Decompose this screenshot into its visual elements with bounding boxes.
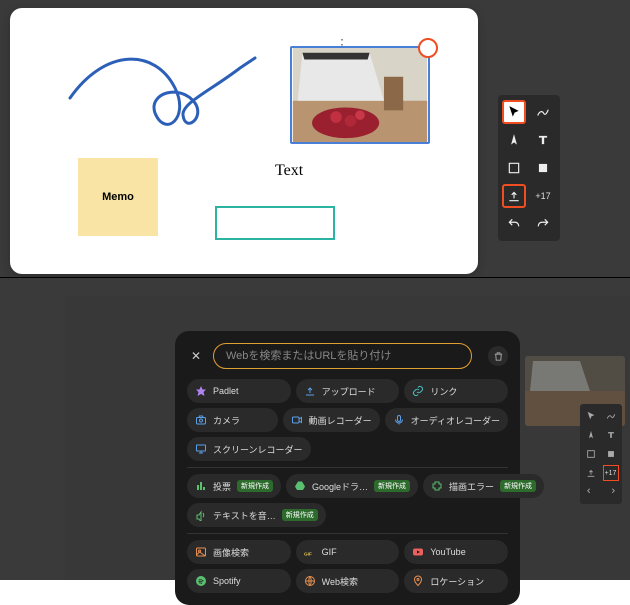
link-icon (412, 385, 424, 397)
option-image[interactable]: 画像検索 (187, 540, 291, 564)
shape-tool[interactable] (502, 156, 526, 180)
canvas[interactable]: Memo Text ⋮ (10, 8, 478, 274)
right-toolbar-small: +17 (580, 404, 622, 504)
search-row (213, 343, 472, 369)
option-label: リンク (430, 385, 457, 398)
search-input[interactable] (213, 343, 472, 369)
sticky-label: Memo (102, 191, 134, 203)
screen-icon (195, 443, 207, 455)
bottom-panel: +17 ✕ Padlet アップロード リンク カメラ 動画レコーダー オーディオレコー… (0, 277, 630, 580)
option-camera[interactable]: カメラ (187, 408, 278, 432)
new-badge: 新規作成 (237, 480, 273, 492)
text-tool-small[interactable] (603, 427, 619, 443)
sticky-note[interactable]: Memo (78, 158, 158, 236)
rotate-handle[interactable] (418, 38, 438, 58)
gif-icon: GIF (304, 546, 316, 558)
option-link[interactable]: リンク (404, 379, 508, 403)
compass-tool[interactable] (502, 128, 526, 152)
option-youtube[interactable]: YouTube (404, 540, 508, 564)
new-badge: 新規作成 (374, 480, 410, 492)
separator (187, 533, 508, 534)
option-label: ロケーション (430, 575, 484, 588)
option-puzzle[interactable]: 描画エラー新規作成 (423, 474, 544, 498)
undo-small[interactable] (583, 484, 599, 500)
option-label: オーディオレコーダー (411, 414, 500, 427)
more-tools-badge-small[interactable]: +17 (603, 465, 619, 481)
photo-thumbnail (292, 48, 428, 142)
new-badge: 新規作成 (282, 509, 318, 521)
text-element[interactable]: Text (275, 162, 303, 180)
draw-tool[interactable] (531, 100, 555, 124)
cursor-tool[interactable] (502, 100, 526, 124)
upload-tool-small[interactable] (583, 465, 599, 481)
fill-tool[interactable] (531, 156, 555, 180)
option-label: スクリーンレコーダー (213, 443, 303, 456)
option-upload[interactable]: アップロード (296, 379, 400, 403)
option-audio[interactable]: オーディオレコーダー (385, 408, 508, 432)
draw-tool-small[interactable] (603, 408, 619, 424)
poll-icon (195, 480, 207, 492)
fill-tool-small[interactable] (603, 446, 619, 462)
close-icon[interactable]: ✕ (187, 347, 205, 365)
upload-icon (304, 385, 316, 397)
option-label: Spotify (213, 576, 241, 586)
option-label: Web検索 (322, 575, 358, 588)
youtube-icon (412, 546, 424, 558)
audio-icon (393, 414, 405, 426)
camera-icon (195, 414, 207, 426)
option-label: Padlet (213, 386, 239, 396)
option-video[interactable]: 動画レコーダー (283, 408, 380, 432)
option-label: カメラ (213, 414, 240, 427)
option-location[interactable]: ロケーション (404, 569, 508, 593)
padlet-icon (195, 385, 207, 397)
cursor-tool-small[interactable] (583, 408, 599, 424)
t2s-icon (195, 509, 207, 521)
new-badge: 新規作成 (500, 480, 536, 492)
option-label: 投票 (213, 480, 231, 493)
image-icon (195, 546, 207, 558)
option-label: 画像検索 (213, 546, 249, 559)
option-label: 描画エラー (449, 480, 494, 493)
option-label: GIF (322, 547, 337, 557)
shape-tool-small[interactable] (583, 446, 599, 462)
web-icon (304, 575, 316, 587)
puzzle-icon (431, 480, 443, 492)
option-web[interactable]: Web検索 (296, 569, 400, 593)
option-label: アップロード (322, 385, 376, 398)
options-grid: Padlet アップロード リンク (187, 379, 508, 403)
option-poll[interactable]: 投票新規作成 (187, 474, 281, 498)
separator (187, 467, 508, 468)
trash-icon[interactable] (488, 346, 508, 366)
option-padlet[interactable]: Padlet (187, 379, 291, 403)
option-label: テキストを音… (213, 509, 276, 522)
svg-text:GIF: GIF (304, 551, 312, 556)
redo-button[interactable] (531, 212, 555, 236)
attachment-modal: ✕ Padlet アップロード リンク カメラ 動画レコーダー オーディオレコーダー ス… (175, 331, 520, 605)
upload-tool[interactable] (502, 184, 526, 208)
video-icon (291, 414, 303, 426)
text-input-box[interactable] (215, 206, 335, 240)
right-toolbar: +17 (498, 95, 560, 241)
option-label: 動画レコーダー (309, 414, 372, 427)
modal-header: ✕ (187, 343, 508, 369)
location-icon (412, 575, 424, 587)
option-screen[interactable]: スクリーンレコーダー (187, 437, 311, 461)
option-t2s[interactable]: テキストを音… 新規作成 (187, 503, 326, 527)
option-gif[interactable]: GIF GIF (296, 540, 400, 564)
option-label: YouTube (430, 547, 465, 557)
gdrive-icon (294, 480, 306, 492)
top-panel: Memo Text ⋮ +17 (0, 0, 630, 277)
undo-button[interactable] (502, 212, 526, 236)
spotify-icon (195, 575, 207, 587)
bottom-canvas-dimmed: +17 ✕ Padlet アップロード リンク カメラ 動画レコーダー オーディオレコー… (65, 296, 630, 580)
more-tools-badge[interactable]: +17 (531, 184, 555, 208)
text-tool[interactable] (531, 128, 555, 152)
option-gdrive[interactable]: Googleドラ… 新規作成 (286, 474, 418, 498)
freehand-scribble (65, 43, 265, 143)
compass-tool-small[interactable] (583, 427, 599, 443)
redo-small[interactable] (603, 484, 619, 500)
option-spotify[interactable]: Spotify (187, 569, 291, 593)
image-element[interactable] (290, 46, 430, 144)
option-label: Googleドラ… (312, 480, 368, 493)
